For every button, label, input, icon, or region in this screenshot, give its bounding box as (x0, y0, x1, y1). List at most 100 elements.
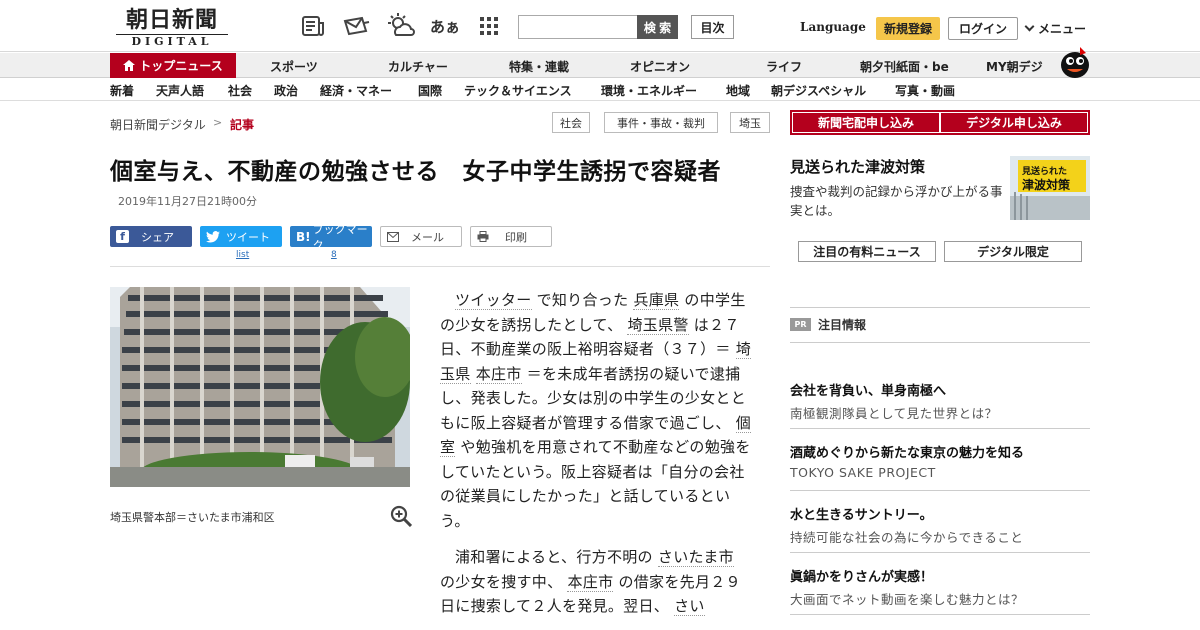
tag-incidents[interactable]: 事件・事故・裁判 (604, 112, 718, 133)
nav-international[interactable]: 国際 (418, 82, 442, 99)
pr-item-subtitle[interactable]: TOKYO SAKE PROJECT (790, 465, 936, 480)
nav-tech-science[interactable]: テック＆サイエンス (464, 82, 572, 99)
pr-item-title[interactable]: 会社を背負い、単身南極へ (790, 380, 946, 399)
site-header: 朝日新聞 DIGITAL あぁ 検 索 目次 Language 新規登録 ログイ… (0, 0, 1200, 52)
pr-item-subtitle[interactable]: 大画面でネット動画を楽しむ魅力とは？ (790, 589, 1024, 608)
hatena-bookmark-label: ブックマーク (312, 222, 368, 252)
sidebar-divider (790, 342, 1090, 343)
nav-environment[interactable]: 環境・エネルギー (601, 82, 697, 99)
article-date: 2019年11月27日21時00分 (118, 195, 257, 208)
print-icon (477, 231, 489, 242)
site-logo[interactable]: 朝日新聞 DIGITAL (116, 8, 228, 48)
newspaper-icon[interactable] (300, 14, 326, 38)
facebook-share-button[interactable]: f シェア (110, 226, 192, 247)
sidebar-divider (790, 552, 1090, 553)
mail-bag-icon[interactable] (341, 14, 371, 38)
pr-item-title[interactable]: 酒蔵めぐりから新たな東京の魅力を知る (790, 442, 1024, 461)
nav-photo-video[interactable]: 写真・動画 (895, 82, 955, 99)
promo-description[interactable]: 捜査や裁判の記録から浮かび上がる事実とは。 (790, 182, 1005, 220)
secondary-nav: 新着 天声人語 社会 政治 経済・マネー 国際 テック＆サイエンス 環境・エネル… (0, 79, 1200, 101)
nav-society[interactable]: 社会 (228, 82, 252, 99)
signup-button[interactable]: 新規登録 (876, 17, 940, 40)
nav-region[interactable]: 地域 (726, 82, 750, 99)
hatena-count[interactable]: 8 (331, 250, 337, 260)
article-photo[interactable] (110, 287, 410, 487)
article-paragraph: ツイッター で知り合った 兵庫県 の中学生の少女を誘拐したとして、 埼玉県警 は… (440, 288, 752, 533)
home-icon (123, 60, 136, 71)
pr-badge: PR (790, 318, 811, 331)
language-link[interactable]: Language (800, 20, 866, 34)
hatena-bookmark-button[interactable]: B! ブックマーク (290, 223, 372, 252)
search-input[interactable] (518, 15, 638, 39)
keyword-link[interactable]: ツイッター (455, 291, 532, 310)
mail-icon (387, 231, 399, 242)
chevron-down-icon (1024, 21, 1035, 32)
mail-share-label: メール (411, 230, 444, 244)
menu-button[interactable]: メニュー (1024, 20, 1087, 37)
twitter-count[interactable]: list (236, 250, 249, 260)
pr-item-subtitle[interactable]: 持続可能な社会の為に今からできること (790, 527, 1023, 546)
sidebar-divider (790, 614, 1090, 615)
nav-politics[interactable]: 政治 (274, 82, 298, 99)
print-button[interactable]: 印刷 (470, 226, 552, 247)
nav-opinion[interactable]: オピニオン (630, 58, 690, 75)
digital-only-button[interactable]: デジタル限定 (944, 241, 1082, 262)
logo-main-text: 朝日新聞 (125, 7, 218, 33)
keyword-link[interactable]: 兵庫県 (633, 291, 680, 310)
tag-saitama[interactable]: 埼玉 (730, 112, 770, 133)
nav-latest[interactable]: 新着 (110, 82, 134, 99)
nav-paper[interactable]: 朝夕刊紙面・be (860, 58, 949, 75)
keyword-link[interactable]: 本庄市 (567, 572, 614, 592)
promo-image[interactable]: 見送られた 津波対策 (1010, 156, 1090, 220)
subscribe-digital-button[interactable]: デジタル申し込み (941, 113, 1087, 132)
twitter-share-label: ツイート (226, 230, 270, 244)
facebook-icon: f (116, 230, 129, 243)
nav-tenseijingo[interactable]: 天声人語 (156, 82, 204, 99)
zoom-icon[interactable] (390, 505, 413, 528)
nav-culture[interactable]: カルチャー (388, 58, 448, 75)
nav-life[interactable]: ライフ (766, 58, 802, 75)
login-button[interactable]: ログイン (948, 17, 1018, 40)
pr-item-subtitle[interactable]: 南極観測隊員として見た世界とは？ (790, 403, 998, 422)
subscribe-banner: 新聞宅配申し込み デジタル申し込み (790, 110, 1090, 135)
nav-sports[interactable]: スポーツ (270, 58, 318, 75)
print-label: 印刷 (505, 230, 527, 244)
breadcrumb-home[interactable]: 朝日新聞デジタル (110, 116, 206, 133)
keyword-link[interactable]: 本庄市 (475, 364, 522, 384)
font-size-icon[interactable]: あぁ (430, 14, 460, 38)
menu-label: メニュー (1038, 22, 1087, 36)
keyword-link[interactable]: さい (674, 597, 705, 616)
keyword-link[interactable]: 埼玉県警 (627, 315, 689, 335)
facebook-share-label: シェア (141, 230, 174, 244)
photo-caption: 埼玉県警本部＝さいたま市浦和区 (110, 511, 275, 524)
hatena-icon: B! (296, 229, 311, 244)
nav-economy[interactable]: 経済・マネー (320, 82, 392, 99)
body-text-run (471, 365, 476, 383)
mascot-icon[interactable] (1058, 44, 1092, 78)
mail-share-button[interactable]: メール (380, 226, 462, 247)
keyword-link[interactable]: さいたま市 (657, 548, 734, 567)
paid-news-button[interactable]: 注目の有料ニュース (798, 241, 936, 262)
pr-item-title[interactable]: 水と生きるサントリー。 (790, 504, 933, 523)
sidebar-divider (790, 490, 1090, 491)
article-paragraph: 浦和署によると、行方不明の さいたま市 の少女を捜す中、 本庄市 の借家を先月２… (440, 545, 752, 619)
nav-top-news[interactable]: トップニュース (110, 53, 236, 78)
pr-item-title[interactable]: 眞鍋かをりさんが実感！ (790, 566, 933, 585)
weather-icon[interactable] (386, 13, 416, 38)
tag-society[interactable]: 社会 (552, 112, 590, 133)
sidebar-divider (790, 307, 1090, 308)
promo-title[interactable]: 見送られた津波対策 (790, 156, 925, 177)
nav-my-asadigi[interactable]: MY朝デジ (986, 58, 1043, 75)
nav-special[interactable]: 朝デジスペシャル (771, 82, 866, 99)
logo-sub-text: DIGITAL (116, 34, 228, 48)
index-button[interactable]: 目次 (691, 15, 734, 39)
nav-features[interactable]: 特集・連載 (509, 58, 569, 75)
subscribe-paper-button[interactable]: 新聞宅配申し込み (793, 113, 939, 132)
search-button[interactable]: 検 索 (637, 15, 678, 39)
twitter-share-button[interactable]: ツイート (200, 226, 282, 247)
grid-icon[interactable] (476, 14, 502, 38)
article-headline: 個室与え、不動産の勉強させる 女子中学生誘拐で容疑者 (110, 159, 721, 185)
article-divider (110, 266, 770, 267)
body-text-run: 浦和署によると、行方不明の (455, 548, 658, 566)
breadcrumb-separator: > (213, 116, 223, 129)
